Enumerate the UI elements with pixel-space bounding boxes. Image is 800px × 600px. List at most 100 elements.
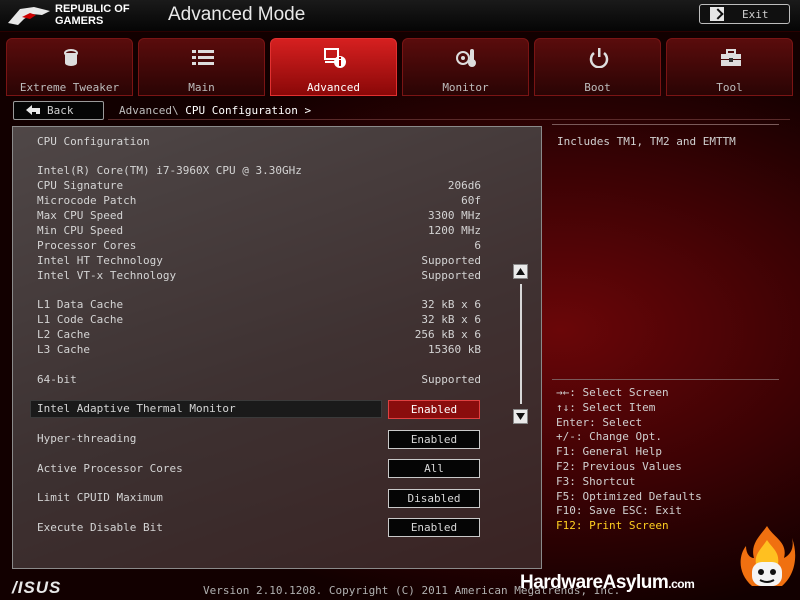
list-icon: [192, 50, 214, 65]
info-label: 64-bit: [37, 373, 77, 386]
help-description: Includes TM1, TM2 and EMTTM: [557, 135, 736, 148]
brand-line-2: GAMERS: [55, 15, 104, 27]
info-label: L2 Cache: [37, 328, 90, 341]
info-row: Intel HT Technology Supported: [37, 254, 481, 269]
triangle-down-icon: [516, 413, 525, 420]
info-label: L3 Cache: [37, 343, 90, 356]
option-value-button[interactable]: All: [388, 459, 480, 478]
rog-logo-icon: [8, 7, 50, 25]
tab-boot[interactable]: Boot: [534, 38, 661, 96]
scroll-down-button[interactable]: [513, 409, 528, 424]
key-hint: F5: Optimized Defaults: [556, 489, 702, 503]
tab-monitor[interactable]: Monitor: [402, 38, 529, 96]
option-value-button[interactable]: Disabled: [388, 489, 480, 508]
exit-button[interactable]: Exit: [699, 4, 790, 24]
breadcrumb: Advanced\ CPU Configuration >: [119, 104, 311, 117]
tab-label: Monitor: [442, 81, 489, 94]
info-value: 256 kB x 6: [414, 328, 481, 341]
key-hint: F2: Previous Values: [556, 459, 682, 473]
hardwareasylum-watermark: HardwareAsylum.com: [520, 572, 695, 594]
thermometer-icon: [456, 49, 476, 67]
tweaker-icon: [64, 49, 78, 66]
option-value-button[interactable]: Enabled: [388, 400, 480, 419]
info-row: L3 Cache 15360 kB: [37, 343, 481, 358]
info-row: Intel VT-x Technology Supported: [37, 269, 481, 284]
breadcrumb-parent[interactable]: Advanced\: [119, 104, 179, 117]
tab-label: Boot: [584, 81, 611, 94]
tab-advanced[interactable]: Advanced: [270, 38, 397, 96]
cpu-name: Intel(R) Core(TM) i7-3960X CPU @ 3.30GHz: [37, 164, 302, 177]
option-label[interactable]: Execute Disable Bit: [37, 521, 163, 534]
tab-label: Tool: [716, 81, 743, 94]
advanced-info-icon: [324, 48, 346, 68]
info-label: Intel HT Technology: [37, 254, 163, 267]
scroll-up-button[interactable]: [513, 264, 528, 279]
key-hint: F3: Shortcut: [556, 474, 636, 488]
back-arrow-icon: [26, 105, 40, 115]
tab-tool[interactable]: Tool: [666, 38, 793, 96]
option-value-button[interactable]: Enabled: [388, 430, 480, 449]
watermark-main: HardwareAsylum: [520, 572, 669, 593]
mode-title: Advanced Mode: [168, 4, 306, 25]
info-label: Intel VT-x Technology: [37, 269, 177, 282]
info-value: 32 kB x 6: [421, 298, 481, 311]
info-value: 206d6: [447, 179, 481, 192]
key-legend: →←: Select Screen ↑↓: Select Item Enter:…: [556, 386, 786, 534]
back-label: Back: [47, 104, 74, 117]
flame-mascot-icon: [740, 526, 796, 586]
info-row: Max CPU Speed 3300 MHz: [37, 209, 481, 224]
panel-title: CPU Configuration: [37, 135, 150, 148]
info-value: Supported: [421, 254, 481, 267]
tab-main[interactable]: Main: [138, 38, 265, 96]
exit-label: Exit: [742, 7, 769, 21]
info-value: 15360 kB: [428, 343, 481, 356]
cpu-info-list: CPU Signature 206d6 Microcode Patch 60f …: [37, 179, 481, 399]
back-button[interactable]: Back: [13, 101, 104, 120]
option-label[interactable]: Active Processor Cores: [37, 462, 183, 475]
tab-label: Advanced: [307, 81, 360, 94]
key-hint: +/-: Change Opt.: [556, 430, 662, 444]
tab-label: Main: [188, 81, 215, 94]
info-label: CPU Signature: [37, 179, 124, 192]
brand-line-1: REPUBLIC OF: [55, 3, 130, 15]
asus-logo: /ISUS: [12, 578, 62, 597]
info-label: Max CPU Speed: [37, 209, 124, 222]
option-value-button[interactable]: Enabled: [388, 518, 480, 537]
info-row: CPU Signature 206d6: [37, 179, 481, 194]
info-row: L2 Cache 256 kB x 6: [37, 328, 481, 343]
option-label[interactable]: Limit CPUID Maximum: [37, 491, 163, 504]
scrollbar-track[interactable]: [520, 284, 522, 404]
breadcrumb-current: CPU Configuration >: [185, 104, 312, 117]
key-hint: F1: General Help: [556, 445, 662, 459]
tab-extreme-tweaker[interactable]: Extreme Tweaker: [6, 38, 133, 96]
info-label: L1 Code Cache: [37, 313, 124, 326]
key-hint: →←: Select Screen: [556, 386, 669, 399]
exit-icon: [710, 7, 724, 21]
info-row: L1 Code Cache 32 kB x 6: [37, 313, 481, 328]
info-row: 64-bit Supported: [37, 373, 481, 388]
key-hint: Enter: Select: [556, 415, 643, 429]
help-divider-top: [552, 124, 779, 125]
key-hint: F10: Save ESC: Exit: [556, 504, 682, 518]
option-label[interactable]: Hyper-threading: [37, 432, 136, 445]
brand-text: REPUBLIC OF GAMERS: [55, 3, 130, 27]
info-label: L1 Data Cache: [37, 298, 124, 311]
triangle-up-icon: [516, 268, 525, 275]
info-value: 6: [474, 239, 481, 252]
option-label[interactable]: Intel Adaptive Thermal Monitor: [37, 402, 236, 415]
key-hint: ↑↓: Select Item: [556, 400, 656, 414]
breadcrumb-divider: [108, 119, 790, 120]
info-value: 60f: [461, 194, 481, 207]
info-label: Min CPU Speed: [37, 224, 124, 237]
info-row: Processor Cores 6: [37, 239, 481, 254]
info-label: Microcode Patch: [37, 194, 137, 207]
watermark-tld: .com: [668, 577, 695, 591]
info-row: Min CPU Speed 1200 MHz: [37, 224, 481, 239]
info-value: Supported: [421, 269, 481, 282]
info-value: 3300 MHz: [428, 209, 481, 222]
info-value: 32 kB x 6: [421, 313, 481, 326]
info-row: Microcode Patch 60f: [37, 194, 481, 209]
toolbox-icon: [721, 49, 741, 66]
keys-divider: [552, 379, 779, 380]
power-icon: [589, 48, 609, 68]
